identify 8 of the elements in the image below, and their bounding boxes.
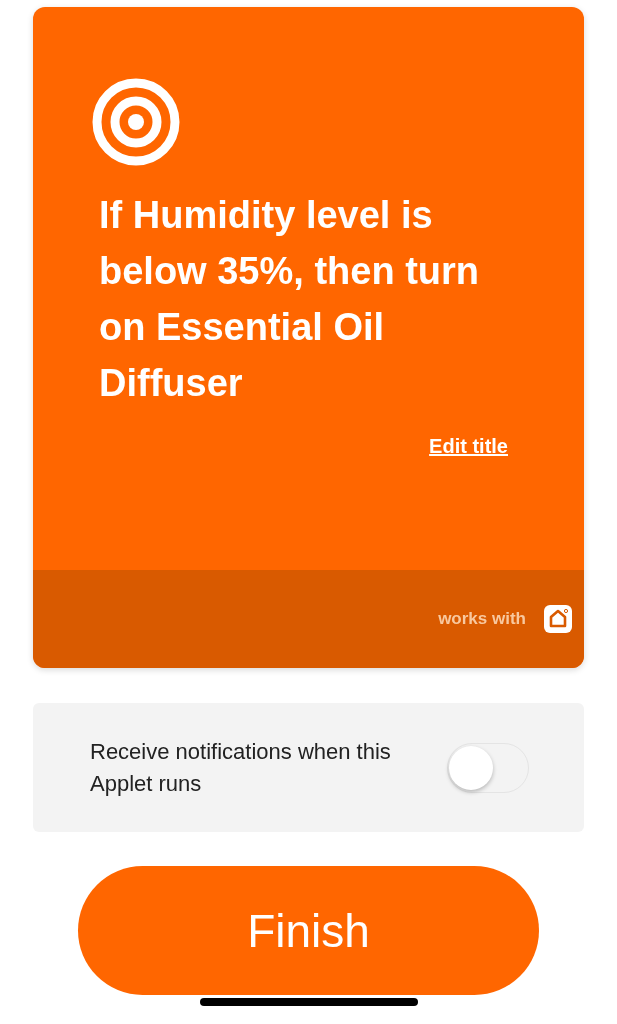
finish-button[interactable]: Finish bbox=[78, 866, 539, 995]
edit-title-link[interactable]: Edit title bbox=[429, 435, 508, 458]
notification-label: Receive notifications when this Applet runs bbox=[90, 737, 392, 798]
works-with-label: works with bbox=[438, 609, 526, 629]
applet-title: If Humidity level is below 35%, then turn on Essential Oil Diffuser bbox=[99, 193, 481, 406]
home-icon bbox=[544, 605, 572, 633]
notification-toggle[interactable] bbox=[447, 742, 529, 793]
target-icon bbox=[91, 77, 181, 167]
